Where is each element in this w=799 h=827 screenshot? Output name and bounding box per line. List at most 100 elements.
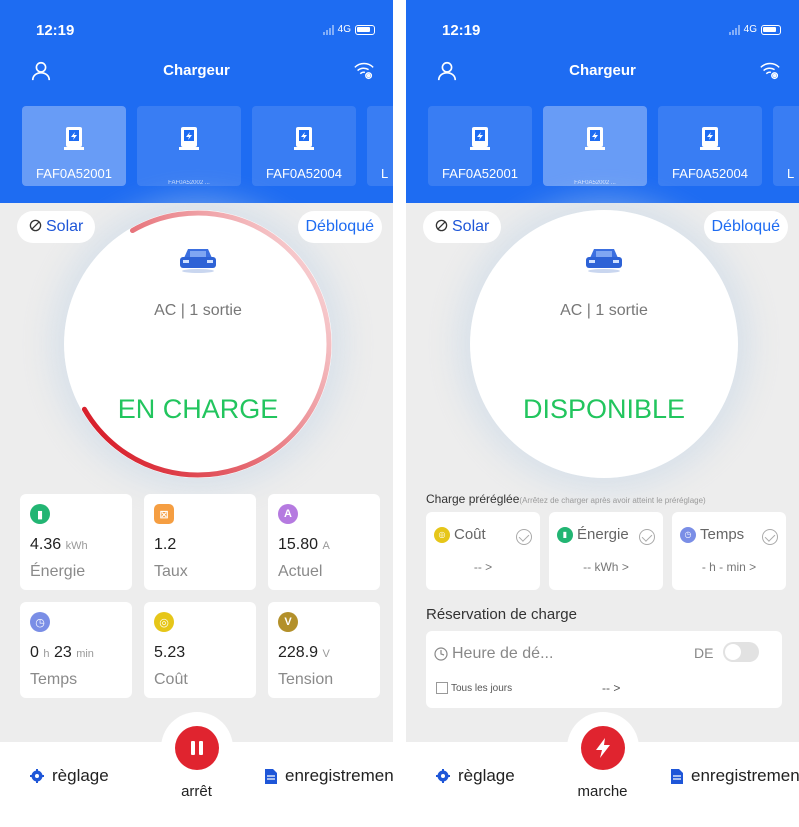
charger-icon: [470, 127, 490, 150]
charger-list: FAF0A52001 FAF0A52002 ... FAF0A52004 L: [22, 106, 393, 186]
preset-value: -- >: [473, 560, 493, 574]
status-indicators: 4G: [322, 24, 375, 35]
network-label: 4G: [337, 24, 351, 35]
metric-value: 0 h 23 min: [30, 644, 94, 661]
metric-card-cost: ◎ 5.23 Coût: [144, 602, 256, 698]
solar-label: Solar: [452, 218, 490, 235]
charger-icon: [585, 127, 605, 150]
preset-head: ▮ Énergie: [557, 526, 629, 543]
solar-button[interactable]: Solar: [423, 211, 502, 244]
unlock-label: Débloqué: [305, 218, 375, 235]
document-icon: [265, 768, 277, 784]
header: 12:19 4G Chargeur FAF0A52001 FAF0A52002 …: [406, 0, 799, 203]
start-button[interactable]: [580, 726, 625, 770]
preset-value: -- kWh >: [583, 560, 629, 574]
preset-title: Charge préréglée(Arrêtez de charger aprè…: [426, 492, 706, 506]
start-button-wrap: [566, 712, 639, 784]
signal-icon: [322, 24, 334, 35]
charger-tile[interactable]: FAF0A52004: [658, 106, 762, 186]
disabled-icon: [29, 212, 42, 244]
page-title: Chargeur: [163, 62, 230, 79]
preset-time-card[interactable]: ◷ Temps - h - min >: [672, 512, 786, 590]
preset-value: - h - min >: [701, 560, 757, 574]
car-icon: [586, 249, 622, 273]
disabled-icon: [435, 212, 448, 244]
solar-button[interactable]: Solar: [17, 211, 96, 244]
charger-label: L: [381, 166, 389, 181]
preset-note: (Arrêtez de charger après avoir atteint …: [519, 496, 706, 505]
car-icon: [180, 249, 216, 273]
charge-status: EN CHARGE: [117, 394, 279, 424]
check-icon[interactable]: [762, 529, 778, 545]
charger-label: FAF0A52001: [36, 166, 112, 181]
charger-label: FAF0A52004: [672, 166, 748, 181]
charger-list: FAF0A52001 FAF0A52002 ... FAF0A52004 L: [428, 106, 799, 186]
gear-icon: [436, 769, 450, 783]
reservation-toggle[interactable]: [723, 642, 759, 662]
metric-value: 4.36 kWh: [30, 536, 88, 553]
metric-label: Coût: [154, 671, 188, 688]
gauge-subtitle: AC | 1 sortie: [154, 302, 242, 319]
metric-value: 228.9 V: [278, 644, 330, 661]
charger-tile[interactable]: L: [773, 106, 799, 186]
metric-value: 15.80 A: [278, 536, 330, 553]
charger-tile[interactable]: FAF0A52002 ...: [543, 106, 647, 186]
solar-label: Solar: [46, 218, 84, 235]
preset-energy-card[interactable]: ▮ Énergie -- kWh >: [549, 512, 663, 590]
everyday-checkbox[interactable]: Tous les jours: [436, 682, 512, 694]
coin-icon: ◎: [434, 526, 450, 543]
wifi-settings-icon[interactable]: [759, 60, 781, 82]
check-icon[interactable]: [516, 529, 532, 545]
reservation-title: Réservation de charge: [426, 606, 577, 623]
battery-icon: ▮: [557, 526, 573, 543]
document-icon: [671, 768, 683, 784]
unlock-button[interactable]: Débloqué: [297, 211, 382, 243]
metric-label: Temps: [30, 671, 78, 688]
charger-label: FAF0A52004: [266, 166, 342, 181]
charger-tile[interactable]: FAF0A52002 ...: [137, 106, 241, 186]
gauge-subtitle: AC | 1 sortie: [560, 302, 648, 319]
charger-label: FAF0A52001: [442, 166, 518, 181]
charge-gauge: AC | 1 sortie DISPONIBLE: [470, 210, 738, 478]
battery-status-icon: [355, 24, 375, 35]
battery-status-icon: [761, 24, 781, 35]
preset-head: ◷ Temps: [680, 526, 744, 543]
metric-card-time: ◷ 0 h 23 min Temps: [20, 602, 132, 698]
stop-button-wrap: [160, 712, 233, 784]
unlock-label: Débloqué: [711, 218, 781, 235]
metric-card-energy: ▮ 4.36 kWh Énergie: [20, 494, 132, 590]
metric-value: 1.2: [154, 536, 177, 553]
page-title: Chargeur: [569, 62, 636, 79]
clock-icon: ◷: [680, 526, 696, 543]
charger-icon: [64, 127, 84, 150]
right-screen: 12:19 4G Chargeur FAF0A52001 FAF0A52002 …: [406, 0, 799, 827]
metric-label: Tension: [278, 671, 334, 688]
reservation-card: Heure de dé... DE Tous les jours -- >: [426, 631, 782, 708]
charger-tile[interactable]: FAF0A52001: [428, 106, 532, 186]
check-icon[interactable]: [639, 529, 655, 545]
charger-tile[interactable]: FAF0A52001: [22, 106, 126, 186]
charger-tile[interactable]: L: [367, 106, 393, 186]
metric-label: Taux: [154, 563, 188, 580]
stop-button[interactable]: [174, 726, 219, 770]
charger-label: L: [787, 166, 795, 181]
charger-tile[interactable]: FAF0A52004: [252, 106, 356, 186]
metric-card-rate: ⊠ 1.2 Taux: [144, 494, 256, 590]
charge-gauge: AC | 1 sortie EN CHARGE: [64, 210, 332, 478]
everyday-value[interactable]: -- >: [602, 681, 620, 695]
network-label: 4G: [743, 24, 757, 35]
preset-cost-card[interactable]: ◎ Coût -- >: [426, 512, 540, 590]
metric-value: 5.23: [154, 644, 186, 661]
wifi-settings-icon[interactable]: [353, 60, 375, 82]
start-time-field[interactable]: Heure de dé...: [434, 645, 553, 663]
start-label: marche: [577, 783, 628, 800]
charger-icon: [294, 127, 314, 150]
gear-icon: [30, 769, 44, 783]
lightning-icon: [595, 738, 610, 758]
stop-label: arrêt: [181, 783, 212, 800]
coin-icon: ◎: [154, 612, 174, 632]
clock-icon: ◷: [30, 612, 50, 632]
metric-card-current: A 15.80 A Actuel: [268, 494, 380, 590]
unlock-button[interactable]: Débloqué: [703, 211, 788, 243]
status-time: 12:19: [36, 22, 75, 39]
